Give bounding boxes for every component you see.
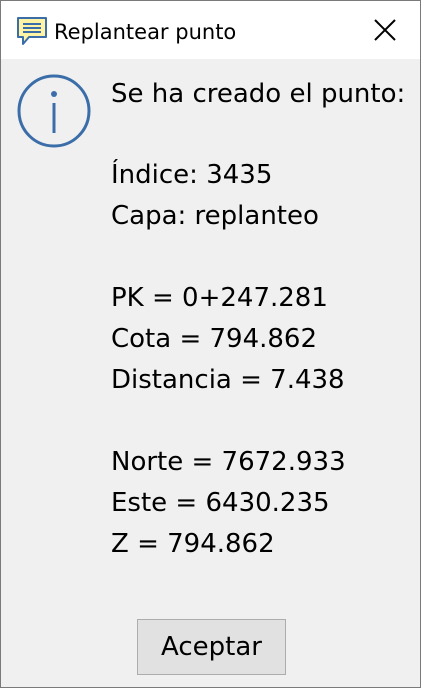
elevation-line: Cota = 794.862 [111,324,318,354]
pk-line: PK = 0+247.281 [111,283,328,313]
layer-line: Capa: replanteo [111,201,319,231]
z-line: Z = 794.862 [111,529,275,559]
distance-line: Distancia = 7.438 [111,365,345,395]
title-bar[interactable]: Replantear punto [1,1,420,59]
dialog-window: Replantear punto Se ha creado el punto: … [0,0,421,688]
index-line: Índice: 3435 [111,160,273,190]
window-title: Replantear punto [54,20,237,44]
message-heading: Se ha creado el punto: [111,79,406,109]
close-icon [374,19,396,41]
message-icon [17,17,47,45]
ok-button[interactable]: Aceptar [137,619,286,675]
close-button[interactable] [350,1,420,59]
east-line: Este = 6430.235 [111,488,330,518]
north-line: Norte = 7672.933 [111,447,346,477]
info-icon [17,74,91,148]
